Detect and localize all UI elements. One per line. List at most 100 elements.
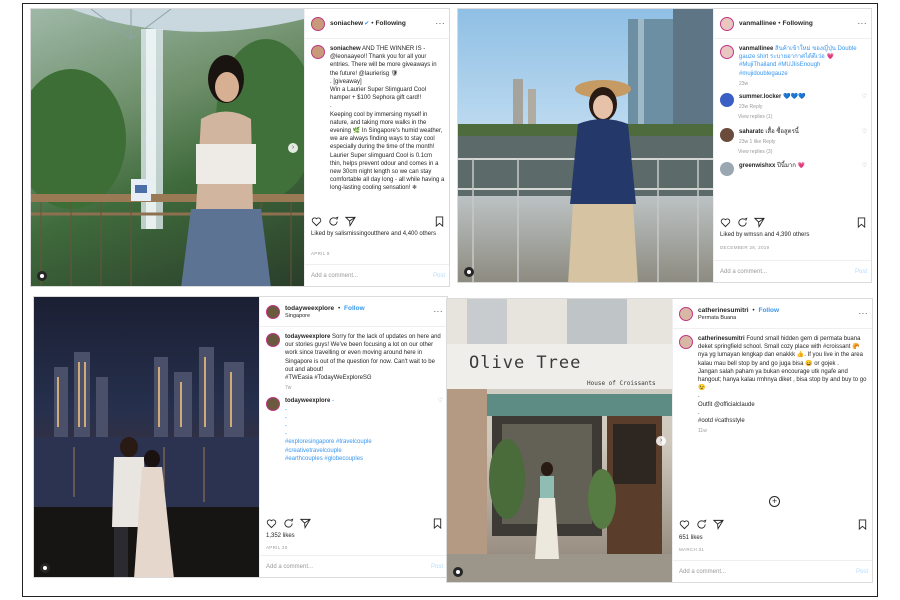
share-icon[interactable] [345,216,356,227]
comment-username[interactable]: summer.locker [739,94,781,100]
username[interactable]: catherinesumitri [698,307,749,314]
more-options-icon[interactable]: ··· [434,307,444,316]
caption-username[interactable]: todayweexplore [285,334,330,340]
caption-username[interactable]: catherinesumitri [698,336,745,342]
comment-like-icon[interactable]: ♡ [438,397,443,405]
comment-username[interactable]: saharatc [739,129,764,135]
next-arrow-icon[interactable]: › [288,143,298,153]
like-count[interactable]: 651 likes [679,535,868,541]
follow-button[interactable]: Follow [758,307,779,314]
comment-username[interactable]: greenwishxx [739,163,775,169]
follow-button[interactable]: Follow [344,305,365,312]
liked-by[interactable]: Liked by salismissingoutthere and 4,400 … [311,231,445,237]
caption-area: soniachew AND THE WINNER IS - @leonaayeo… [305,39,449,204]
comment-icon[interactable] [696,519,707,530]
add-comment-input[interactable]: Add a comment... [266,564,313,570]
post-button[interactable]: Post [431,564,443,570]
comment-text: 💙💙💙 [783,94,806,101]
avatar[interactable] [679,306,693,321]
heart-icon[interactable] [266,518,277,529]
avatar[interactable] [311,16,325,31]
action-bar [714,217,871,228]
bookmark-icon[interactable] [434,216,445,227]
comment-item: greenwishxx ปีนี้มาก 💗 ♡ [720,162,867,177]
avatar[interactable] [266,304,280,319]
comment-icon[interactable] [283,518,294,529]
view-replies[interactable]: View replies (1) [738,113,867,121]
shopfront-scenery [447,299,672,582]
username[interactable]: soniachew [330,20,363,27]
add-comment-input[interactable]: Add a comment... [311,273,358,279]
bookmark-icon[interactable] [857,519,868,530]
heart-icon[interactable] [679,519,690,530]
avatar[interactable] [720,93,734,108]
post-date[interactable]: April 20 [266,545,288,550]
shop-subtitle: House of Croissants [587,380,656,387]
post-photo[interactable]: › [31,9,304,286]
user-tag-icon[interactable] [37,271,47,281]
comment-box: Add a comment... Post [673,560,872,582]
post-panel: vanmallinee • Following ··· vanmallinee … [713,9,871,282]
liked-by[interactable]: Liked by wmssn and 4,390 others [720,232,867,238]
view-replies[interactable]: View replies (3) [738,148,867,156]
comment-icon[interactable] [328,216,339,227]
add-comment-input[interactable]: Add a comment... [679,569,726,575]
avatar[interactable] [266,397,280,412]
riverside-scenery [458,9,713,282]
post-date[interactable]: March 31 [679,547,704,552]
add-comment-input[interactable]: Add a comment... [720,269,767,275]
share-icon[interactable] [300,518,311,529]
follow-status[interactable]: Following [376,20,406,27]
post-photo[interactable] [34,297,259,577]
like-count[interactable]: 1,352 likes [266,533,443,539]
post-button[interactable]: Post [856,569,868,575]
share-icon[interactable] [754,217,765,228]
post-photo[interactable] [458,9,713,282]
comment-icon[interactable] [737,217,748,228]
heart-icon[interactable] [311,216,322,227]
comment-like-icon[interactable]: ♡ [862,162,867,170]
post-date[interactable]: April 8 [311,251,330,256]
next-arrow-icon[interactable]: › [656,436,666,446]
post-date[interactable]: December 28, 2019 [720,245,769,250]
more-options-icon[interactable]: ··· [858,19,868,28]
action-bar [673,519,872,530]
username[interactable]: vanmallinee [739,20,776,27]
avatar[interactable] [311,45,325,59]
user-tag-icon[interactable] [453,567,463,577]
post-photo[interactable]: Olive Tree House of Croissants › [447,299,672,582]
follow-status[interactable]: Following [783,20,813,27]
share-icon[interactable] [713,519,724,530]
avatar[interactable] [720,127,734,142]
avatar[interactable] [720,162,734,177]
comment-like-icon[interactable]: ♡ [862,128,867,136]
post-button[interactable]: Post [855,269,867,275]
post-panel: soniachew ✔ • Following ··· soniachew AN… [304,9,449,286]
comment-like-icon[interactable]: ♡ [862,93,867,101]
heart-icon[interactable] [720,217,731,228]
avatar[interactable] [266,333,280,347]
user-tag-icon[interactable] [40,563,50,573]
location[interactable]: Singapore [285,313,365,319]
caption-username[interactable]: soniachew [330,46,361,52]
comment-meta[interactable]: 23w Reply [739,103,858,111]
avatar[interactable] [679,335,693,349]
more-options-icon[interactable]: ··· [436,19,446,28]
load-more-comments-icon[interactable]: + [769,496,780,507]
post-button[interactable]: Post [433,273,445,279]
post-header: vanmallinee • Following ··· [714,9,871,39]
comment-item: summer.locker 💙💙💙 23w Reply ♡ [720,93,867,111]
location[interactable]: Permata Buana [698,315,779,321]
bookmark-icon[interactable] [856,217,867,228]
username[interactable]: todayweexplore [285,305,334,312]
user-tag-icon[interactable] [464,267,474,277]
shop-sign: Olive Tree [469,353,582,373]
avatar[interactable] [720,45,734,59]
bookmark-icon[interactable] [432,518,443,529]
comment-username[interactable]: todayweexplore [285,398,330,404]
more-options-icon[interactable]: ··· [859,309,869,318]
comment-meta[interactable]: 23w 1 like Reply [739,138,858,146]
caption-time: 23w [739,80,749,87]
avatar[interactable] [720,16,734,31]
caption-username[interactable]: vanmallinee [739,46,773,52]
